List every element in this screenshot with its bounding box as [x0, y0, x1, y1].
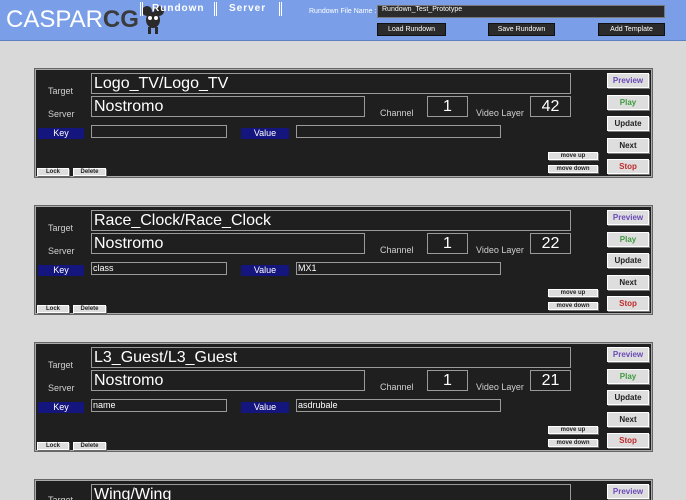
target-label: Target: [48, 360, 74, 370]
channel-label: Channel: [380, 108, 414, 118]
value-tag: Value: [241, 265, 289, 276]
target-field[interactable]: L3_Guest/L3_Guest: [91, 347, 571, 368]
video-layer-label: Video Layer: [476, 382, 524, 392]
server-label: Server: [48, 246, 75, 256]
key-input[interactable]: class: [91, 262, 227, 275]
target-label: Target: [48, 86, 74, 96]
video-layer-field[interactable]: 21: [530, 370, 571, 391]
template-panel: Target Race_Clock/Race_Clock Server Nost…: [35, 206, 652, 314]
template-panel: Target Wing/Wing Preview: [35, 480, 652, 500]
channel-field[interactable]: 1: [427, 96, 468, 117]
delete-button[interactable]: Delete: [73, 168, 106, 176]
add-template-button[interactable]: Add Template: [598, 23, 665, 36]
channel-label: Channel: [380, 245, 414, 255]
stop-button[interactable]: Stop: [607, 433, 649, 448]
video-layer-label: Video Layer: [476, 245, 524, 255]
next-button[interactable]: Next: [607, 138, 649, 153]
target-field[interactable]: Wing/Wing: [91, 484, 571, 500]
nav-separator: [279, 2, 282, 16]
delete-button[interactable]: Delete: [73, 442, 106, 450]
key-input[interactable]: [91, 125, 227, 138]
server-field[interactable]: Nostromo: [91, 233, 365, 254]
key-tag: Key: [38, 265, 84, 276]
channel-field[interactable]: 1: [427, 370, 468, 391]
app-header: CASPARCG Rundown Server Rundown File Nam…: [0, 0, 686, 41]
lock-button[interactable]: Lock: [37, 442, 69, 450]
move-up-button[interactable]: move up: [548, 289, 598, 297]
lock-button[interactable]: Lock: [37, 168, 69, 176]
video-layer-field[interactable]: 22: [530, 233, 571, 254]
logo-text: CASPAR: [6, 6, 103, 33]
template-panel: Target L3_Guest/L3_Guest Server Nostromo…: [35, 343, 652, 451]
target-label: Target: [48, 495, 74, 500]
move-up-button[interactable]: move up: [548, 426, 598, 434]
target-field[interactable]: Logo_TV/Logo_TV: [91, 73, 571, 94]
nav-rundown[interactable]: Rundown: [152, 3, 205, 14]
video-layer-label: Video Layer: [476, 108, 524, 118]
move-up-button[interactable]: move up: [548, 152, 598, 160]
key-tag: Key: [38, 128, 84, 139]
preview-button[interactable]: Preview: [607, 484, 649, 499]
value-tag: Value: [241, 402, 289, 413]
stop-button[interactable]: Stop: [607, 296, 649, 311]
nav-separator: [214, 2, 217, 16]
play-button[interactable]: Play: [607, 95, 649, 110]
key-tag: Key: [38, 402, 84, 413]
logo-suffix: CG: [102, 6, 139, 33]
value-input[interactable]: asdrubale: [296, 399, 501, 412]
target-label: Target: [48, 223, 74, 233]
server-label: Server: [48, 383, 75, 393]
save-rundown-button[interactable]: Save Rundown: [488, 23, 555, 36]
move-down-button[interactable]: move down: [548, 165, 598, 173]
server-field[interactable]: Nostromo: [91, 370, 365, 391]
play-button[interactable]: Play: [607, 369, 649, 384]
key-input[interactable]: name: [91, 399, 227, 412]
channel-label: Channel: [380, 382, 414, 392]
preview-button[interactable]: Preview: [607, 210, 649, 225]
preview-button[interactable]: Preview: [607, 347, 649, 362]
server-label: Server: [48, 109, 75, 119]
next-button[interactable]: Next: [607, 275, 649, 290]
stop-button[interactable]: Stop: [607, 159, 649, 174]
update-button[interactable]: Update: [607, 116, 649, 131]
move-down-button[interactable]: move down: [548, 302, 598, 310]
preview-button[interactable]: Preview: [607, 73, 649, 88]
video-layer-field[interactable]: 42: [530, 96, 571, 117]
move-down-button[interactable]: move down: [548, 439, 598, 447]
value-tag: Value: [241, 128, 289, 139]
lock-button[interactable]: Lock: [37, 305, 69, 313]
template-panel: Target Logo_TV/Logo_TV Server Nostromo C…: [35, 69, 652, 177]
next-button[interactable]: Next: [607, 412, 649, 427]
value-input[interactable]: MX1: [296, 262, 501, 275]
channel-field[interactable]: 1: [427, 233, 468, 254]
target-field[interactable]: Race_Clock/Race_Clock: [91, 210, 571, 231]
play-button[interactable]: Play: [607, 232, 649, 247]
rundown-file-input[interactable]: Rundown_Test_Prototype: [377, 5, 665, 18]
value-input[interactable]: [296, 125, 501, 138]
rundown-file-label: Rundown File Name :: [309, 8, 377, 15]
nav-server[interactable]: Server: [229, 3, 266, 14]
load-rundown-button[interactable]: Load Rundown: [377, 23, 446, 36]
nav-separator: [140, 2, 143, 16]
server-field[interactable]: Nostromo: [91, 96, 365, 117]
update-button[interactable]: Update: [607, 253, 649, 268]
delete-button[interactable]: Delete: [73, 305, 106, 313]
update-button[interactable]: Update: [607, 390, 649, 405]
